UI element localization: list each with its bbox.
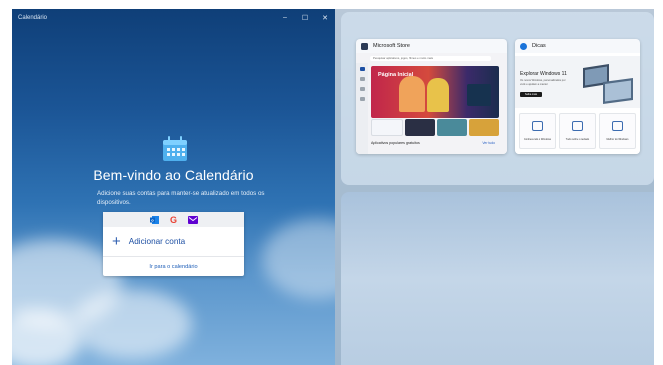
games-icon (359, 87, 365, 91)
store-search-bar: Pesquisar aplicativos, jogos, filmes e m… (370, 56, 491, 61)
close-button[interactable]: ✕ (315, 14, 335, 22)
movies-icon (359, 97, 365, 101)
tips-header: Dicas (515, 39, 640, 53)
accounts-card: o G + Adicionar conta Ir para o calendár… (103, 212, 244, 276)
goto-calendar-link[interactable]: Ir para o calendário (103, 257, 244, 276)
microsoft-store-window[interactable]: Microsoft Store Pesquisar aplicativos, j… (356, 39, 507, 154)
tips-hero-button[interactable]: Saiba mais (520, 92, 542, 97)
provider-strip: o G (103, 212, 244, 227)
minimize-button[interactable]: – (275, 14, 295, 22)
calendar-icon (163, 136, 187, 161)
store-featured-row (371, 119, 499, 136)
hero-figure (427, 78, 449, 112)
snap-group-top[interactable]: Microsoft Store Pesquisar aplicativos, j… (341, 12, 654, 185)
cloud (262, 219, 335, 299)
cloud (72, 289, 192, 359)
keyboard-icon (572, 121, 583, 131)
yahoo-icon (187, 215, 198, 224)
popular-label: Aplicativos populares gratuitos (371, 141, 420, 145)
tips-tile-label: Tudo sobre o teclado (565, 138, 590, 141)
tips-tile-label: Conhecendo o Windows (523, 138, 552, 141)
laptop-icon (612, 121, 623, 131)
tips-window[interactable]: Dicas Explorar Windows 11 Os novos Windo… (515, 39, 640, 154)
hero-figure (399, 76, 425, 112)
store-card[interactable] (437, 119, 467, 136)
tips-content: Explorar Windows 11 Os novos Windows, pe… (515, 53, 640, 154)
see-all-link[interactable]: Ver tudo (482, 141, 495, 145)
store-content: Pesquisar aplicativos, jogos, filmes e m… (356, 53, 507, 154)
calendar-window: Calendário – ☐ ✕ Bem-vindo ao Calendário… (12, 9, 335, 365)
maximize-button[interactable]: ☐ (295, 14, 315, 22)
tips-title: Dicas (532, 43, 546, 49)
store-popular-row: Aplicativos populares gratuitos Ver tudo (371, 141, 499, 145)
welcome-title: Bem-vindo ao Calendário (93, 167, 254, 183)
desktop-frame: Calendário – ☐ ✕ Bem-vindo ao Calendário… (12, 9, 654, 365)
snap-layout-area: Microsoft Store Pesquisar aplicativos, j… (335, 9, 654, 365)
tips-hero: Explorar Windows 11 Os novos Windows, pe… (515, 56, 640, 108)
plus-icon: + (112, 233, 121, 250)
window-title: Calendário (18, 14, 48, 21)
store-card[interactable] (469, 119, 499, 136)
store-card[interactable] (405, 119, 435, 136)
hero-poster (467, 84, 491, 106)
google-icon: G (169, 214, 177, 225)
store-hero: Página Inicial (371, 66, 499, 118)
calendar-titlebar: Calendário – ☐ ✕ (12, 9, 335, 26)
store-header: Microsoft Store (356, 39, 507, 53)
add-account-label: Adicionar conta (128, 237, 186, 246)
tips-tile-row: Conhecendo o Windows Tudo sobre o teclad… (519, 113, 636, 149)
tips-hero-title: Explorar Windows 11 (520, 71, 567, 77)
car-icon (532, 121, 543, 131)
add-account-button[interactable]: + Adicionar conta (103, 227, 244, 257)
tips-tile[interactable]: Tudo sobre o teclado (559, 113, 596, 149)
store-sidebar (356, 63, 368, 154)
tips-tile[interactable]: Conhecendo o Windows (519, 113, 556, 149)
laptop-illustration (583, 64, 633, 104)
store-card[interactable] (371, 119, 403, 136)
tips-tile[interactable]: Melhor do Windows (599, 113, 636, 149)
store-icon (361, 42, 368, 50)
tips-tile-label: Melhor do Windows (606, 138, 629, 141)
tips-hero-text: Os novos Windows, personalizados por voc… (520, 79, 566, 86)
welcome-subtitle: Adicione suas contas para manter-se atua… (97, 190, 265, 206)
outlook-icon: o (150, 215, 160, 224)
home-icon (359, 67, 365, 71)
snap-group-bottom[interactable] (341, 192, 654, 365)
apps-icon (359, 77, 365, 81)
store-title: Microsoft Store (373, 43, 410, 49)
tips-icon (520, 42, 527, 50)
